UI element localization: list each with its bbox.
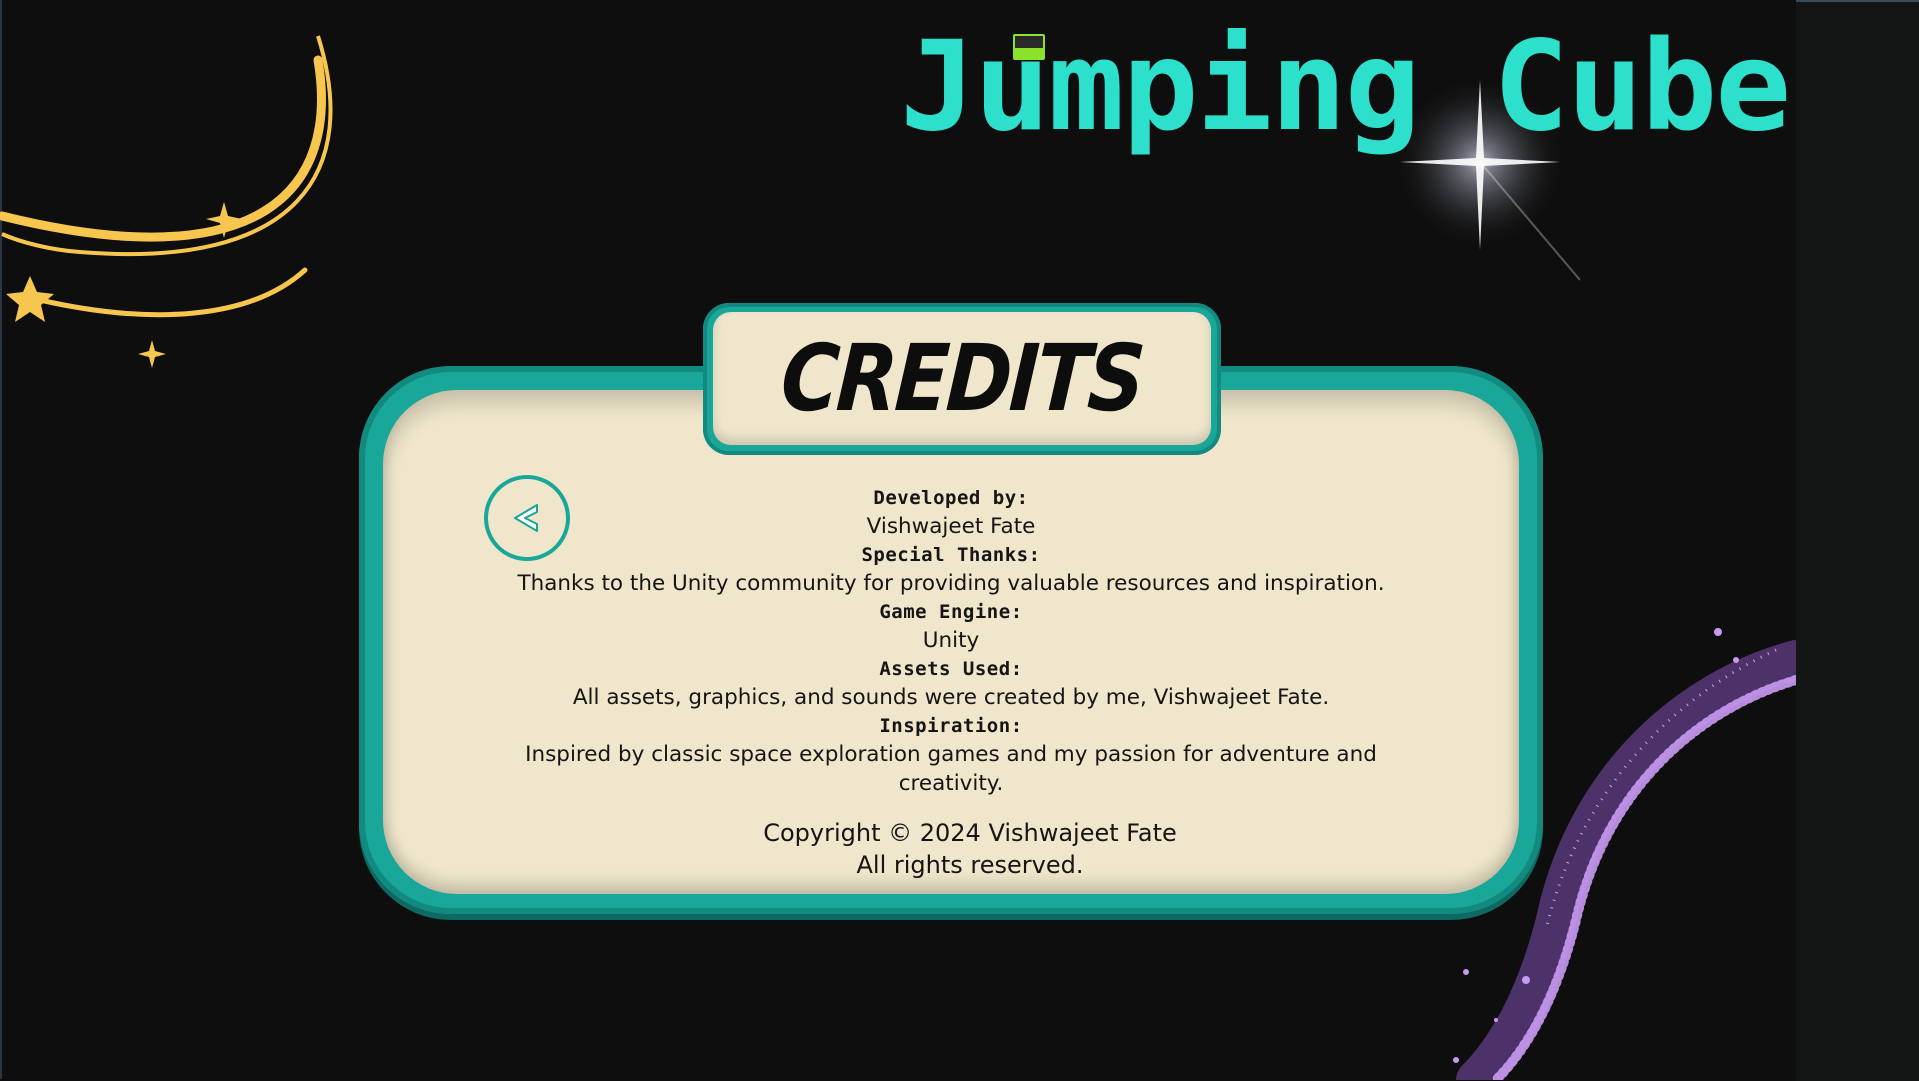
sparkle-icon: [138, 340, 166, 368]
game-engine-label: Game Engine:: [879, 601, 1023, 623]
game-engine-value: Unity: [922, 628, 980, 653]
credits-text: Developed by: Vishwajeet Fate Special Th…: [470, 484, 1432, 798]
star-icon: [6, 276, 54, 322]
inspiration-label: Inspiration:: [879, 715, 1023, 737]
credits-heading: CREDITS: [778, 325, 1146, 432]
copyright: Copyright © 2024 Vishwajeet Fate All rig…: [470, 817, 1470, 881]
assets-used-label: Assets Used:: [879, 658, 1023, 680]
rights-line: All rights reserved.: [856, 851, 1084, 879]
side-strip: [1796, 0, 1919, 1081]
inspiration-value: Inspired by classic space exploration ga…: [525, 742, 1377, 796]
copyright-line: Copyright © 2024 Vishwajeet Fate: [763, 819, 1177, 847]
special-thanks-label: Special Thanks:: [861, 544, 1041, 566]
assets-used-value: All assets, graphics, and sounds were cr…: [572, 685, 1330, 710]
developed-by-label: Developed by:: [873, 487, 1029, 509]
cube-icon: [1013, 34, 1045, 60]
credits-heading-tab: CREDITS: [713, 312, 1211, 445]
special-thanks-value: Thanks to the Unity community for provid…: [517, 571, 1385, 596]
developed-by-value: Vishwajeet Fate: [866, 514, 1036, 539]
shooting-star-decoration: [0, 35, 333, 368]
